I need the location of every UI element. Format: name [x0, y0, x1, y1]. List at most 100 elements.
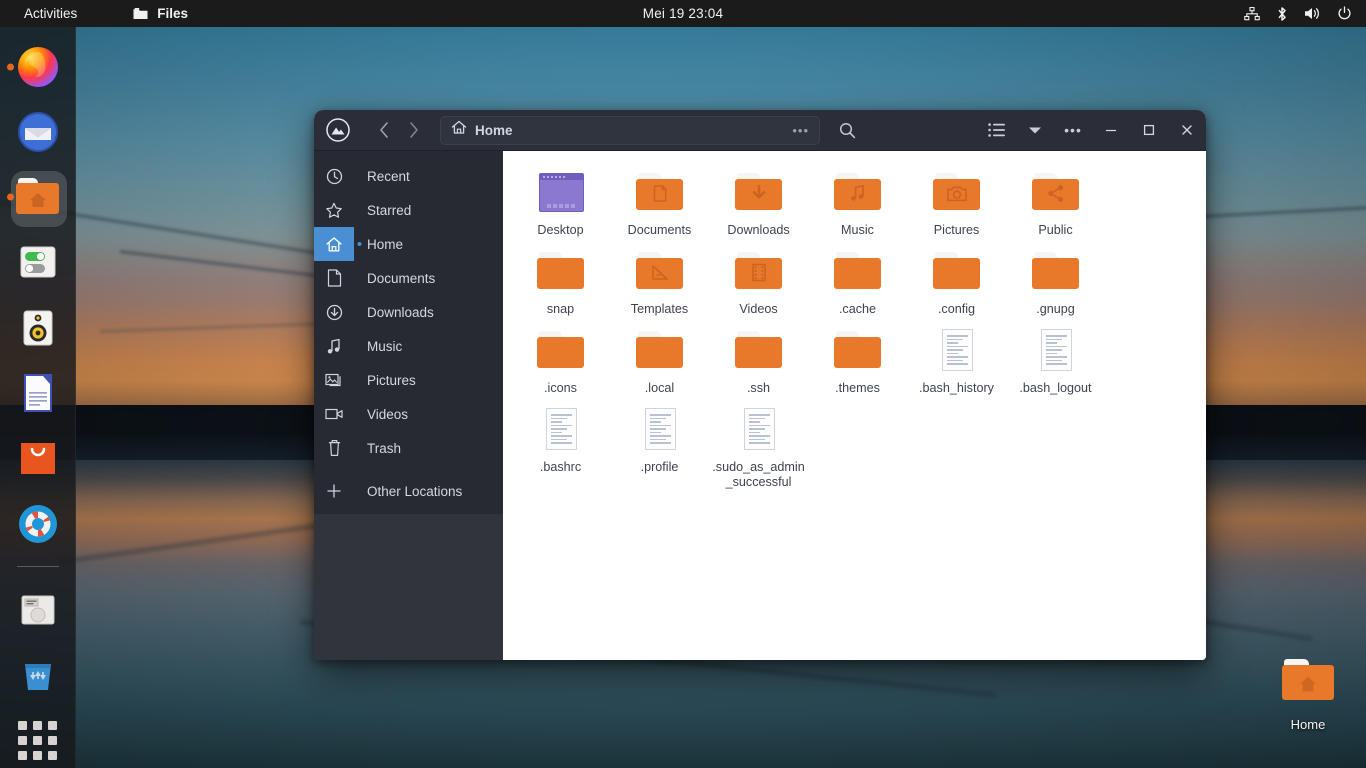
- view-dropdown-button[interactable]: [1016, 111, 1054, 149]
- dock-item-files[interactable]: [6, 170, 70, 227]
- file-item[interactable]: .gnupg: [1006, 242, 1105, 321]
- sidebar-item-music[interactable]: Music: [314, 329, 503, 363]
- sidebar-item-label: Starred: [367, 202, 412, 218]
- volume-icon: [1304, 6, 1321, 21]
- folder-icon: [832, 169, 884, 217]
- dock-item-thunderbird[interactable]: [6, 104, 70, 159]
- file-item-label: .bash_logout: [1019, 381, 1092, 395]
- file-item[interactable]: Desktop: [511, 163, 610, 242]
- folder-icon: [634, 327, 686, 375]
- sidebar-bullet: •: [356, 235, 363, 253]
- file-item[interactable]: .bash_history: [907, 321, 1006, 400]
- file-item[interactable]: .sudo_as_admin_successful: [709, 400, 808, 494]
- path-bar[interactable]: Home •••: [440, 115, 820, 145]
- trash-bin-icon: [15, 652, 61, 698]
- maximize-button[interactable]: [1130, 111, 1168, 149]
- sidebar-item-trash[interactable]: Trash: [314, 431, 503, 465]
- folder-icon: [535, 248, 587, 296]
- dock-item-rhythmbox[interactable]: [6, 300, 70, 355]
- text-file-icon: [931, 327, 983, 375]
- file-item[interactable]: .config: [907, 242, 1006, 321]
- file-item-label: Desktop: [537, 223, 584, 237]
- navigation-buttons: [370, 116, 428, 144]
- sidebar-item-label: Documents: [367, 270, 436, 286]
- monitor-icon: [535, 169, 587, 217]
- minimize-button[interactable]: [1092, 111, 1130, 149]
- sidebar-filler: [314, 514, 503, 660]
- dock-item-disk[interactable]: [6, 582, 70, 637]
- file-item[interactable]: Templates: [610, 242, 709, 321]
- view-list-button[interactable]: [978, 111, 1016, 149]
- window-header-bar[interactable]: Home ••• •••: [314, 110, 1206, 151]
- document-icon: [314, 261, 354, 295]
- file-item-label: Templates: [630, 302, 689, 316]
- file-item-label: Pictures: [933, 223, 980, 237]
- file-item-label: .config: [937, 302, 976, 316]
- file-item[interactable]: .cache: [808, 242, 907, 321]
- files-window: Home ••• ••• Recent Starred • Home Docum…: [314, 110, 1206, 660]
- file-item-label: .themes: [835, 381, 880, 395]
- file-item[interactable]: .bashrc: [511, 400, 610, 494]
- download-icon: [314, 295, 354, 329]
- running-indicator: [6, 63, 14, 71]
- file-item[interactable]: .themes: [808, 321, 907, 400]
- file-grid[interactable]: Desktop Documents Downloads Music Pictures Pu…: [503, 151, 1206, 660]
- document-icon: [15, 370, 61, 416]
- star-icon: [314, 193, 354, 227]
- folder-icon: [832, 327, 884, 375]
- desktop-icon-home[interactable]: Home: [1253, 655, 1363, 732]
- home-folder-icon: [15, 174, 61, 220]
- sidebar-item-label: Pictures: [367, 372, 416, 388]
- shopping-bag-icon: [15, 435, 61, 481]
- dock-item-writer[interactable]: [6, 365, 70, 420]
- file-item[interactable]: Videos: [709, 242, 808, 321]
- folder-icon: [1030, 248, 1082, 296]
- plus-icon: [314, 474, 354, 508]
- file-item[interactable]: .bash_logout: [1006, 321, 1105, 400]
- file-item-label: .local: [644, 381, 675, 395]
- file-item[interactable]: Downloads: [709, 163, 808, 242]
- system-tray[interactable]: [1244, 6, 1352, 22]
- sidebar-item-other-locations[interactable]: Other Locations: [314, 474, 503, 508]
- file-item[interactable]: .local: [610, 321, 709, 400]
- show-applications-button[interactable]: [6, 713, 70, 768]
- home-folder-icon: [1280, 655, 1336, 707]
- file-item[interactable]: snap: [511, 242, 610, 321]
- close-button[interactable]: [1168, 111, 1206, 149]
- sidebar-item-starred[interactable]: Starred: [314, 193, 503, 227]
- sidebar-item-downloads[interactable]: Downloads: [314, 295, 503, 329]
- folder-icon: [832, 248, 884, 296]
- dock-item-help[interactable]: [6, 496, 70, 551]
- forward-button[interactable]: [400, 116, 428, 144]
- video-camera-icon: [314, 397, 354, 431]
- dock-item-settings[interactable]: [6, 235, 70, 290]
- sidebar-item-videos[interactable]: Videos: [314, 397, 503, 431]
- dock-item-software[interactable]: [6, 431, 70, 486]
- search-button[interactable]: [826, 122, 868, 139]
- sidebar-item-pictures[interactable]: Pictures: [314, 363, 503, 397]
- path-overflow-button[interactable]: •••: [792, 123, 809, 138]
- file-item[interactable]: Music: [808, 163, 907, 242]
- dock-item-trash[interactable]: [6, 647, 70, 702]
- clock[interactable]: Mei 19 23:04: [0, 6, 1366, 21]
- running-indicator: [6, 193, 14, 201]
- dock-separator: [16, 566, 59, 568]
- file-item-label: Documents: [627, 223, 692, 237]
- sidebar: Recent Starred • Home Documents Download…: [314, 151, 503, 660]
- folder-icon: [931, 169, 983, 217]
- sidebar-item-documents[interactable]: Documents: [314, 261, 503, 295]
- file-item[interactable]: Pictures: [907, 163, 1006, 242]
- file-item[interactable]: Documents: [610, 163, 709, 242]
- sidebar-item-home[interactable]: • Home: [314, 227, 503, 261]
- dock-item-firefox[interactable]: [6, 39, 70, 94]
- file-item[interactable]: .ssh: [709, 321, 808, 400]
- file-item[interactable]: .profile: [610, 400, 709, 494]
- file-item-label: .bash_history: [919, 381, 994, 395]
- file-item[interactable]: .icons: [511, 321, 610, 400]
- sidebar-item-label: Recent: [367, 168, 410, 184]
- main-menu-button[interactable]: •••: [1054, 111, 1092, 149]
- back-button[interactable]: [370, 116, 398, 144]
- image-icon: [314, 363, 354, 397]
- file-item[interactable]: Public: [1006, 163, 1105, 242]
- sidebar-item-recent[interactable]: Recent: [314, 159, 503, 193]
